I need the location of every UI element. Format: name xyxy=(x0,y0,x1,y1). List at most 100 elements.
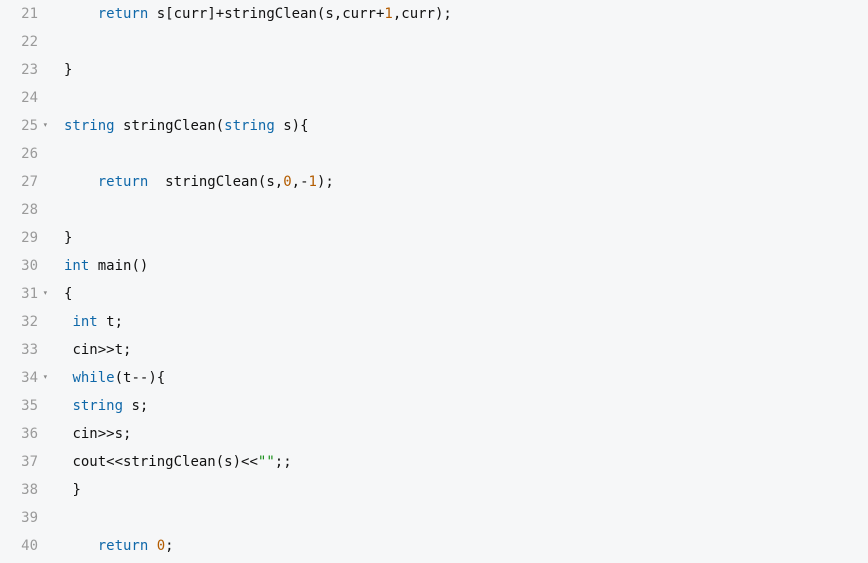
token-op: << xyxy=(241,454,258,470)
token-keyword: return xyxy=(98,538,149,554)
token-type: int xyxy=(64,258,89,274)
token-op: - xyxy=(300,174,308,190)
token-ident: s xyxy=(224,454,232,470)
token-keyword: return xyxy=(98,6,149,22)
token-punct: ( xyxy=(216,454,224,470)
token-keyword: return xyxy=(98,174,149,190)
token-ident: t xyxy=(106,314,114,330)
token-punct: , xyxy=(334,6,342,22)
indent xyxy=(64,538,98,554)
line-number: 33 xyxy=(0,336,38,364)
token-plain xyxy=(148,6,156,22)
line-number: 21 xyxy=(0,0,38,28)
token-ident: s xyxy=(131,398,139,414)
line-number: 39 xyxy=(0,504,38,532)
line-number: 38 xyxy=(0,476,38,504)
token-type: string xyxy=(64,118,115,134)
token-ident: s xyxy=(115,426,123,442)
token-op: + xyxy=(216,6,224,22)
token-ident: s xyxy=(157,6,165,22)
token-punct: ; xyxy=(283,454,291,470)
code-line[interactable]: cin>>s; xyxy=(64,420,868,448)
token-brace: { xyxy=(300,118,308,134)
token-punct: ; xyxy=(140,398,148,414)
token-plain xyxy=(89,258,97,274)
token-num: 1 xyxy=(384,6,392,22)
line-number-gutter: 2122232425▾262728293031▾323334▾353637383… xyxy=(0,0,50,560)
token-plain xyxy=(275,118,283,134)
token-punct: , xyxy=(292,174,300,190)
token-ident: s xyxy=(283,118,291,134)
token-punct: ; xyxy=(325,174,333,190)
token-str: "" xyxy=(258,454,275,470)
token-ident: t xyxy=(115,342,123,358)
indent xyxy=(64,174,98,190)
token-brace: } xyxy=(64,62,72,78)
token-type: string xyxy=(224,118,275,134)
token-func: stringClean xyxy=(123,454,216,470)
token-num: 0 xyxy=(157,538,165,554)
code-line[interactable] xyxy=(64,28,868,56)
line-number: 26 xyxy=(0,140,38,168)
line-number: 24 xyxy=(0,84,38,112)
token-func: main xyxy=(98,258,132,274)
code-line[interactable]: } xyxy=(64,56,868,84)
token-punct: ] xyxy=(207,6,215,22)
code-line[interactable] xyxy=(64,196,868,224)
token-num: 0 xyxy=(283,174,291,190)
code-line[interactable]: string stringClean(string s){ xyxy=(64,112,868,140)
token-punct: ) xyxy=(148,370,156,386)
token-type: int xyxy=(72,314,97,330)
line-number: 28 xyxy=(0,196,38,224)
token-punct: ( xyxy=(115,370,123,386)
code-line[interactable]: cin>>t; xyxy=(64,336,868,364)
token-ident: s xyxy=(325,6,333,22)
code-line[interactable]: return s[curr]+stringClean(s,curr+1,curr… xyxy=(64,0,868,28)
indent xyxy=(64,6,98,22)
token-ident: s xyxy=(266,174,274,190)
code-line[interactable]: cout<<stringClean(s)<<"";; xyxy=(64,448,868,476)
token-keyword: while xyxy=(72,370,114,386)
code-line[interactable]: { xyxy=(64,280,868,308)
code-line[interactable] xyxy=(64,84,868,112)
token-brace: } xyxy=(72,482,80,498)
token-plain xyxy=(148,538,156,554)
token-punct: ; xyxy=(123,426,131,442)
line-number: 29 xyxy=(0,224,38,252)
line-number: 35 xyxy=(0,392,38,420)
token-op: -- xyxy=(131,370,148,386)
code-line[interactable]: } xyxy=(64,224,868,252)
code-line[interactable] xyxy=(64,140,868,168)
line-number: 32 xyxy=(0,308,38,336)
line-number: 37 xyxy=(0,448,38,476)
code-area[interactable]: return s[curr]+stringClean(s,curr+1,curr… xyxy=(50,0,868,560)
token-op: >> xyxy=(98,342,115,358)
token-type: string xyxy=(72,398,123,414)
line-number: 30 xyxy=(0,252,38,280)
code-line[interactable]: int t; xyxy=(64,308,868,336)
token-ident: curr xyxy=(401,6,435,22)
code-line[interactable]: while(t--){ xyxy=(64,364,868,392)
fold-toggle-icon[interactable]: ▾ xyxy=(43,121,48,130)
code-editor[interactable]: 2122232425▾262728293031▾323334▾353637383… xyxy=(0,0,868,560)
token-op: << xyxy=(106,454,123,470)
token-punct: ) xyxy=(233,454,241,470)
token-punct: ; xyxy=(443,6,451,22)
code-line[interactable]: return 0; xyxy=(64,532,868,560)
token-punct: ) xyxy=(140,258,148,274)
token-ident: curr xyxy=(342,6,376,22)
token-func: stringClean xyxy=(165,174,258,190)
code-line[interactable] xyxy=(64,504,868,532)
token-punct: ; xyxy=(165,538,173,554)
fold-toggle-icon[interactable]: ▾ xyxy=(43,289,48,298)
code-line[interactable]: } xyxy=(64,476,868,504)
token-punct: ; xyxy=(115,314,123,330)
line-number: 25▾ xyxy=(0,112,38,140)
code-line[interactable]: string s; xyxy=(64,392,868,420)
code-line[interactable]: int main() xyxy=(64,252,868,280)
line-number: 22 xyxy=(0,28,38,56)
fold-toggle-icon[interactable]: ▾ xyxy=(43,373,48,382)
line-number: 34▾ xyxy=(0,364,38,392)
token-op: >> xyxy=(98,426,115,442)
code-line[interactable]: return stringClean(s,0,-1); xyxy=(64,168,868,196)
